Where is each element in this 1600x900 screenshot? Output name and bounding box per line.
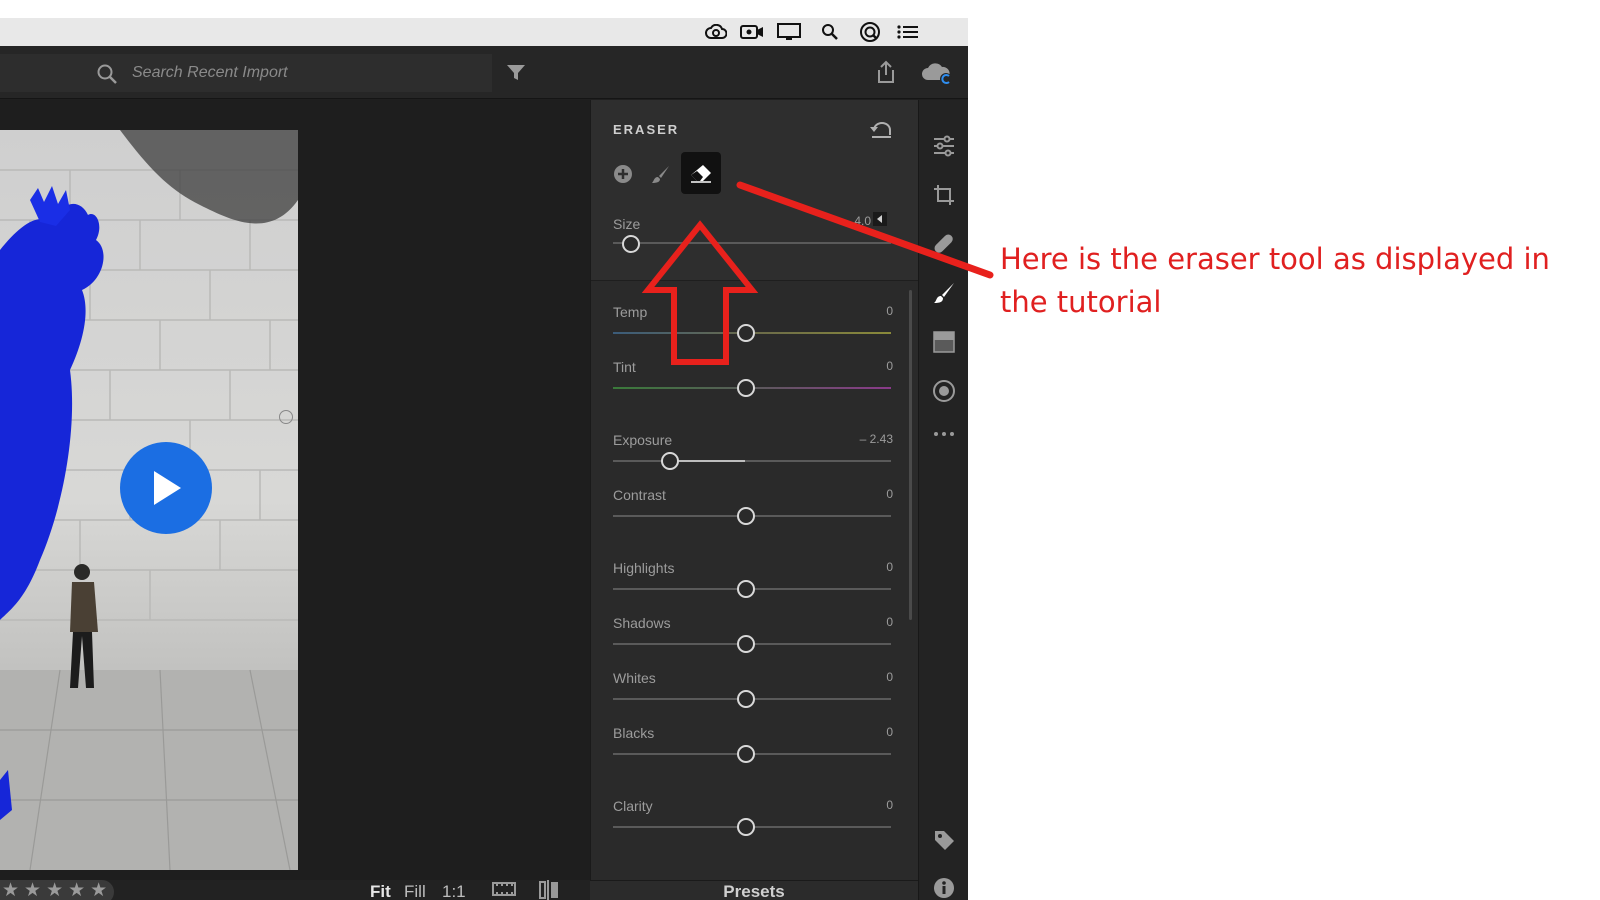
play-button[interactable] <box>120 442 212 534</box>
presets-button[interactable]: Presets <box>590 880 918 900</box>
size-slider-knob[interactable] <box>622 235 640 253</box>
slider-knob[interactable] <box>737 690 755 708</box>
slider-label: Temp <box>613 304 648 320</box>
slider-label: Exposure <box>613 432 673 448</box>
info-icon[interactable] <box>932 876 956 900</box>
brush-cursor <box>279 410 293 424</box>
search-placeholder: Search Recent Import <box>132 64 288 81</box>
panel-scrollbar[interactable] <box>909 290 912 620</box>
slider-knob[interactable] <box>737 580 755 598</box>
size-value: 4.0 <box>854 214 871 228</box>
radial-gradient-icon[interactable] <box>932 379 956 403</box>
size-collapse-icon[interactable] <box>873 212 887 226</box>
zoom-fill-button[interactable]: Fill <box>404 882 426 900</box>
zoom-one-to-one-button[interactable]: 1:1 <box>442 882 466 900</box>
photo-image <box>0 130 298 870</box>
slider-knob[interactable] <box>737 818 755 836</box>
bottom-bar: ★★★★★ Fit Fill 1:1 <box>0 880 590 900</box>
tool-rail <box>918 100 968 900</box>
edit-sliders-icon[interactable] <box>932 134 956 158</box>
spotlight-search-icon[interactable] <box>818 21 842 43</box>
annotation-text: Here is the eraser tool as displayed in … <box>1000 242 1550 319</box>
eraser-icon <box>691 165 711 183</box>
slider-label: Contrast <box>613 487 666 503</box>
slider-label: Whites <box>613 670 656 686</box>
cloud-sync-icon[interactable] <box>920 60 954 86</box>
slider-label: Blacks <box>613 725 655 741</box>
eraser-section: ERASER Size 4.0 <box>591 100 919 281</box>
photo-canvas[interactable] <box>0 100 590 880</box>
slider-label: Shadows <box>613 615 671 631</box>
filter-icon[interactable] <box>506 64 526 82</box>
slider-value: 0 <box>886 560 893 574</box>
size-label: Size <box>613 216 641 232</box>
slider-value: 0 <box>886 670 893 684</box>
eraser-tool-button[interactable] <box>681 152 721 194</box>
slider-knob[interactable] <box>737 379 755 397</box>
size-slider-track[interactable] <box>613 242 891 244</box>
slider-value: 0 <box>886 798 893 812</box>
brush-tool-icon[interactable] <box>649 162 673 186</box>
system-menubar <box>0 18 968 47</box>
slider-value: 0 <box>886 487 893 501</box>
list-menu-icon[interactable] <box>896 21 920 43</box>
star-rating[interactable]: ★★★★★ <box>0 880 114 900</box>
slider-label: Highlights <box>613 560 675 576</box>
slider-fill <box>669 460 745 462</box>
creative-cloud-icon[interactable] <box>704 21 728 43</box>
brush-icon[interactable] <box>932 281 956 305</box>
screen-record-icon[interactable] <box>740 21 764 43</box>
compare-icon[interactable] <box>537 880 561 900</box>
more-icon[interactable] <box>932 422 956 446</box>
slider-label: Clarity <box>613 798 653 814</box>
slider-label: Tint <box>613 359 636 375</box>
filmstrip-icon[interactable] <box>492 880 516 898</box>
slider-value: 0 <box>886 359 893 373</box>
slider-knob[interactable] <box>737 507 755 525</box>
slider-value: – 2.43 <box>859 432 893 446</box>
slider-value: 0 <box>886 304 893 318</box>
accessibility-icon[interactable] <box>858 21 882 43</box>
display-icon[interactable] <box>777 21 801 43</box>
zoom-fit-button[interactable]: Fit <box>370 882 391 900</box>
reset-icon[interactable] <box>868 118 894 142</box>
slider-knob[interactable] <box>661 452 679 470</box>
slider-value: 0 <box>886 615 893 629</box>
search-icon <box>96 63 118 90</box>
slider-track[interactable] <box>613 460 891 462</box>
lightroom-window: Search Recent Import ERASER Size 4.0 Tem… <box>0 18 968 900</box>
panel-title: ERASER <box>613 122 680 137</box>
slider-value: 0 <box>886 725 893 739</box>
healing-icon[interactable] <box>932 232 956 256</box>
top-toolbar: Search Recent Import <box>0 46 968 99</box>
linear-gradient-icon[interactable] <box>932 330 956 354</box>
share-icon[interactable] <box>875 60 897 84</box>
slider-knob[interactable] <box>737 745 755 763</box>
tag-icon[interactable] <box>932 828 956 852</box>
add-brush-icon[interactable] <box>611 162 635 186</box>
search-bar[interactable]: Search Recent Import <box>0 54 492 92</box>
edit-panel: ERASER Size 4.0 Temp 0 Tint 0 Exposure –… <box>590 100 919 900</box>
play-icon <box>154 471 181 505</box>
slider-knob[interactable] <box>737 635 755 653</box>
slider-knob[interactable] <box>737 324 755 342</box>
crop-icon[interactable] <box>932 183 956 207</box>
